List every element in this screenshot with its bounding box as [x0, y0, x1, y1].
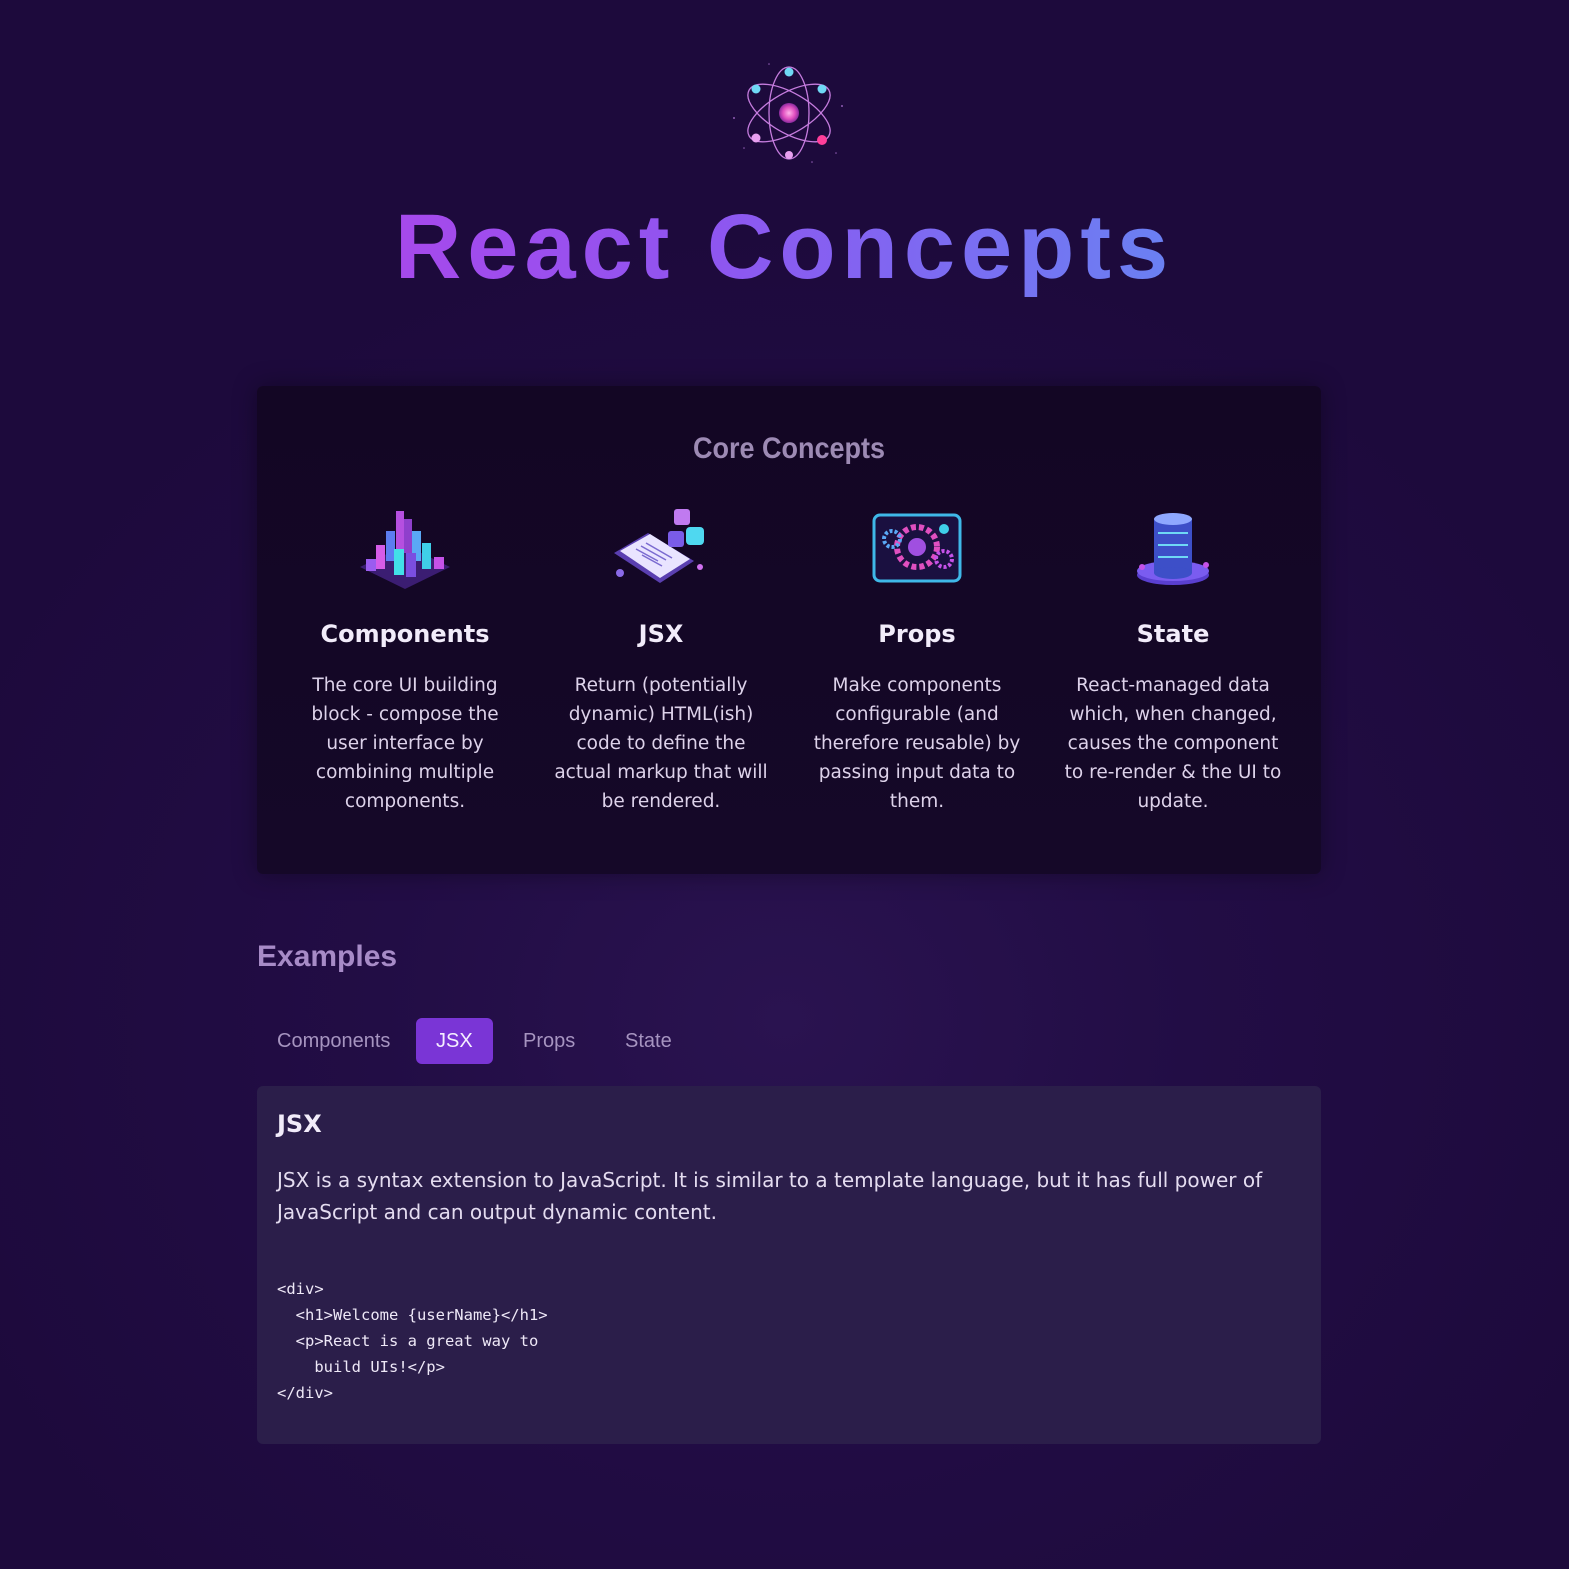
- tab-content-panel: JSX JSX is a syntax extension to JavaScr…: [257, 1086, 1321, 1444]
- concept-description: React-managed data which, when changed, …: [1064, 675, 1282, 812]
- page-header: React Concepts: [0, 0, 1569, 340]
- tab-content-title: JSX: [277, 1110, 322, 1138]
- concept-item-state: State React-managed data which, when cha…: [1063, 501, 1283, 816]
- code-text: <div> <h1>Welcome {userName}</h1> <p>Rea…: [277, 1280, 548, 1402]
- concept-description: The core UI building block - compose the…: [311, 675, 499, 812]
- concept-title: State: [1136, 620, 1210, 648]
- props-gears-icon: [872, 513, 962, 583]
- concept-item-components: Components The core UI building block - …: [295, 501, 515, 816]
- concept-item-jsx: JSX Return (potentially dynamic) HTML(is…: [551, 501, 771, 816]
- examples-title: Examples: [257, 940, 398, 973]
- tab-jsx[interactable]: JSX: [416, 1018, 493, 1064]
- core-concepts-title: Core Concepts: [692, 432, 886, 465]
- jsx-document-icon: [614, 509, 704, 583]
- concept-description: Make components configurable (and theref…: [813, 675, 1021, 812]
- concept-item-props: Props Make components configurable (and …: [807, 501, 1027, 816]
- page-title: React Concepts: [0, 192, 1569, 302]
- react-atom-icon: [733, 63, 843, 163]
- concept-title: JSX: [638, 620, 684, 648]
- tab-components[interactable]: Components: [257, 1018, 410, 1064]
- concept-description: Return (potentially dynamic) HTML(ish) c…: [554, 675, 768, 812]
- components-blocks-icon: [360, 511, 450, 589]
- tab-state[interactable]: State: [605, 1018, 692, 1064]
- tab-content-description: JSX is a syntax extension to JavaScript.…: [277, 1168, 1263, 1224]
- concept-title: Components: [320, 620, 490, 648]
- core-concepts-section: Core Concepts Components The core UI bui…: [257, 386, 1321, 874]
- concept-title: Props: [878, 620, 956, 648]
- tab-props[interactable]: Props: [503, 1018, 595, 1064]
- state-database-icon: [1137, 513, 1209, 585]
- code-snippet: <div> <h1>Welcome {userName}</h1> <p>Rea…: [277, 1276, 548, 1406]
